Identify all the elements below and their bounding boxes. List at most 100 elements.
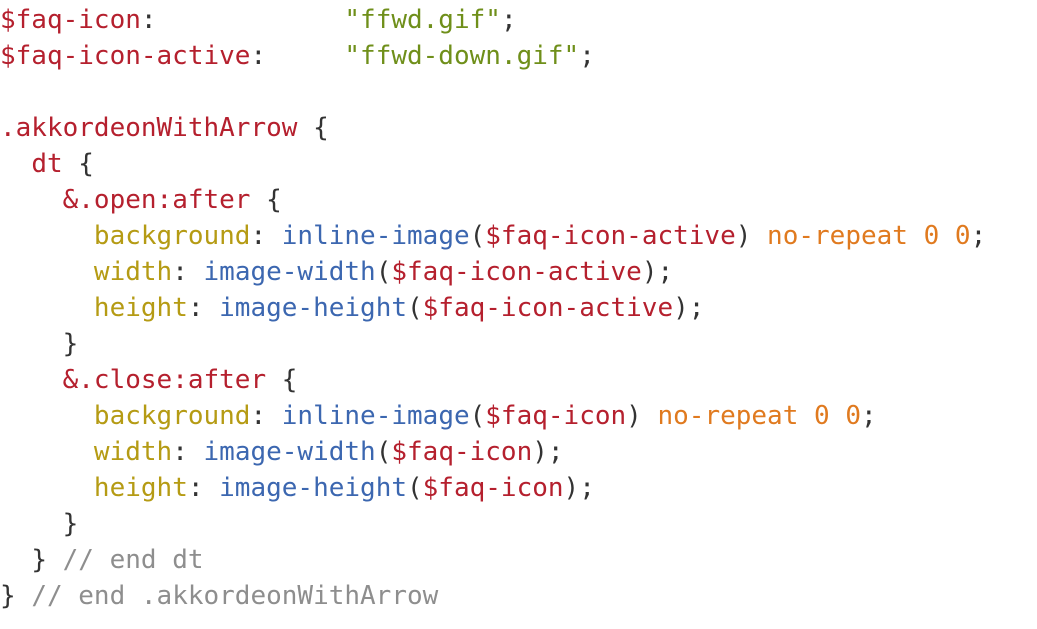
property-token: background bbox=[93, 401, 251, 431]
code-line: ​ bbox=[0, 74, 986, 110]
punctuation-token: ( bbox=[469, 401, 486, 431]
function-token: image-width bbox=[203, 257, 376, 287]
number-token: 0 bbox=[923, 221, 940, 251]
code-line: &.open:after { bbox=[0, 182, 986, 218]
value-token: no-repeat bbox=[657, 401, 799, 431]
value-token: no-repeat bbox=[767, 221, 908, 251]
punctuation-token: ; bbox=[500, 5, 517, 35]
property-token: width bbox=[93, 437, 173, 467]
code-line: dt { bbox=[0, 146, 986, 182]
punctuation-token: ) bbox=[735, 221, 752, 251]
code-line: background: inline-image($faq-icon) no-r… bbox=[0, 398, 986, 434]
string-token: "ffwd-down.gif" bbox=[344, 41, 580, 71]
code-line: } // end dt bbox=[0, 542, 986, 578]
variable-token: $faq-icon-active bbox=[0, 41, 251, 71]
code-line: height: image-height($faq-icon-active); bbox=[0, 290, 986, 326]
function-token: inline-image bbox=[281, 401, 470, 431]
punctuation-token: : bbox=[250, 401, 282, 431]
selector-token: .akkordeonWithArrow bbox=[0, 113, 298, 143]
variable-token: $faq-icon-active bbox=[485, 221, 736, 251]
code-line: height: image-height($faq-icon); bbox=[0, 470, 986, 506]
code-line: .akkordeonWithArrow { bbox=[0, 110, 986, 146]
selector-token: dt bbox=[31, 149, 63, 179]
punctuation-token: ( bbox=[407, 293, 423, 323]
function-token: image-width bbox=[203, 437, 376, 467]
property-token: height bbox=[93, 473, 188, 503]
variable-token: $faq-icon-active bbox=[422, 293, 674, 323]
punctuation-token: : bbox=[250, 41, 267, 71]
comment-token: // end dt bbox=[62, 545, 204, 575]
punctuation-token: ; bbox=[579, 41, 595, 71]
function-token: image-height bbox=[219, 473, 407, 503]
punctuation-token: ; bbox=[861, 401, 877, 431]
selector-token: &.open:after bbox=[62, 185, 251, 215]
number-token: 0 bbox=[814, 401, 830, 431]
function-token: inline-image bbox=[281, 221, 470, 251]
code-line: } // end .akkordeonWithArrow bbox=[0, 578, 986, 614]
code-line: &.close:after { bbox=[0, 362, 986, 398]
code-line: background: inline-image($faq-icon-activ… bbox=[0, 218, 986, 254]
punctuation-token: } bbox=[0, 581, 16, 611]
code-line: width: image-width($faq-icon); bbox=[0, 434, 986, 470]
punctuation-token: ) bbox=[626, 401, 642, 431]
variable-token: $faq-icon bbox=[485, 401, 627, 431]
punctuation-token: : bbox=[172, 257, 204, 287]
punctuation-token: { bbox=[313, 113, 329, 143]
property-token: width bbox=[93, 257, 173, 287]
punctuation-token: : bbox=[250, 221, 282, 251]
punctuation-token: : bbox=[187, 473, 220, 503]
punctuation-token: : bbox=[172, 437, 204, 467]
string-token: "ffwd.gif" bbox=[344, 5, 501, 35]
property-token: height bbox=[93, 293, 188, 323]
code-line: $faq-icon: "ffwd.gif"; bbox=[0, 2, 986, 38]
punctuation-token: ); bbox=[673, 293, 705, 323]
punctuation-token: ); bbox=[641, 257, 674, 287]
code-line: } bbox=[0, 326, 986, 362]
punctuation-token: ( bbox=[375, 257, 392, 287]
code-line: width: image-width($faq-icon-active); bbox=[0, 254, 986, 290]
code-line: } bbox=[0, 506, 986, 542]
variable-token: $faq-icon-active bbox=[391, 257, 642, 287]
comment-token: // end .akkordeonWithArrow bbox=[31, 581, 439, 611]
punctuation-token: ( bbox=[469, 221, 486, 251]
selector-token: &.close:after bbox=[62, 365, 267, 395]
punctuation-token: } bbox=[31, 545, 47, 575]
punctuation-token: : bbox=[187, 293, 220, 323]
punctuation-token: ( bbox=[375, 437, 392, 467]
punctuation-token: ); bbox=[532, 437, 564, 467]
punctuation-token: ; bbox=[970, 221, 987, 251]
punctuation-token: { bbox=[78, 149, 94, 179]
code-block: $faq-icon: "ffwd.gif"; $faq-icon-active: … bbox=[0, 2, 986, 614]
number-token: 0 bbox=[954, 221, 971, 251]
property-token: background bbox=[93, 221, 251, 251]
variable-token: $faq-icon bbox=[391, 437, 533, 467]
punctuation-token: ); bbox=[563, 473, 595, 503]
punctuation-token: : bbox=[140, 5, 157, 35]
punctuation-token: { bbox=[266, 185, 282, 215]
function-token: image-height bbox=[219, 293, 407, 323]
number-token: 0 bbox=[845, 401, 861, 431]
